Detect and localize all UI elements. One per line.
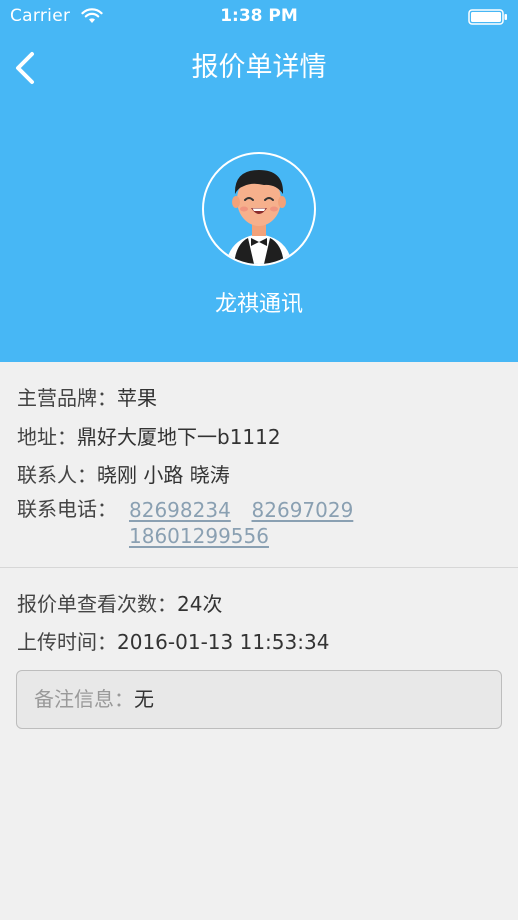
page-title: 报价单详情 bbox=[191, 52, 327, 83]
phone-link-3[interactable]: 18601299556 bbox=[129, 524, 269, 548]
status-time: 1:38 PM bbox=[220, 6, 298, 26]
store-name: 龙祺通讯 bbox=[214, 292, 303, 317]
battery-icon bbox=[468, 9, 507, 25]
phone-row: 联系电话： bbox=[17, 495, 117, 523]
status-bar: Carrier 1:38 PM bbox=[0, 0, 518, 34]
remark-box: 备注信息：无 bbox=[16, 670, 502, 729]
address-label: 地址： bbox=[17, 425, 77, 449]
remark-value: 无 bbox=[134, 687, 154, 711]
phone-link-1[interactable]: 82698234 bbox=[129, 498, 231, 522]
upload-time-value: 2016-01-13 11:53:34 bbox=[117, 630, 330, 654]
views-row: 报价单查看次数：24次 bbox=[17, 590, 222, 618]
contacts-value: 晓刚 小路 晓涛 bbox=[97, 463, 230, 487]
header: Carrier 1:38 PM 报价单详情 龙祺通讯 bbox=[0, 0, 518, 362]
phone-label: 联系电话： bbox=[17, 497, 117, 521]
avatar bbox=[202, 152, 316, 266]
contacts-row: 联系人：晓刚 小路 晓涛 bbox=[17, 461, 230, 489]
brand-value: 苹果 bbox=[117, 386, 157, 410]
contacts-label: 联系人： bbox=[17, 463, 97, 487]
views-value: 24次 bbox=[177, 592, 223, 616]
address-value: 鼎好大厦地下一b1112 bbox=[77, 425, 281, 449]
views-label: 报价单查看次数： bbox=[17, 592, 177, 616]
upload-time-row: 上传时间：2016-01-13 11:53:34 bbox=[17, 628, 329, 656]
avatar-waiter-icon bbox=[226, 170, 292, 264]
upload-time-label: 上传时间： bbox=[17, 630, 117, 654]
phone-list: 82698234 82697029 18601299556 bbox=[129, 497, 353, 549]
brand-label: 主营品牌： bbox=[17, 386, 117, 410]
address-row: 地址：鼎好大厦地下一b1112 bbox=[17, 423, 281, 451]
phone-link-2[interactable]: 82697029 bbox=[252, 498, 354, 522]
brand-row: 主营品牌：苹果 bbox=[17, 384, 157, 412]
store-info-section: 主营品牌：苹果 地址：鼎好大厦地下一b1112 联系人：晓刚 小路 晓涛 联系电… bbox=[0, 362, 518, 568]
remark-label: 备注信息： bbox=[34, 687, 134, 711]
